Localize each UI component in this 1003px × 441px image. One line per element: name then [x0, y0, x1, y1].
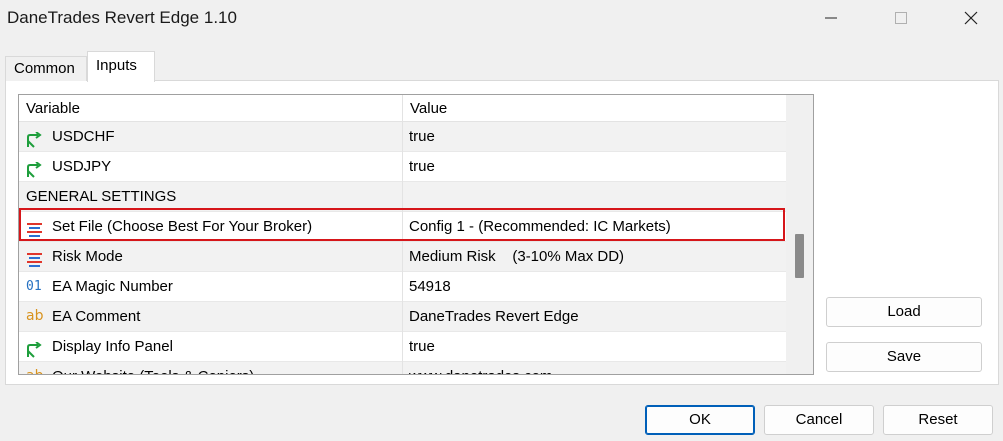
variable-cell: 01 EA Magic Number — [19, 272, 403, 302]
variable-name: Display Info Panel — [52, 338, 173, 355]
variable-name: Risk Mode — [52, 248, 123, 265]
variable-cell: USDJPY — [19, 152, 403, 182]
value-cell[interactable]: Config 1 - (Recommended: IC Markets) — [403, 212, 786, 242]
maximize-icon — [895, 12, 907, 24]
inputs-grid[interactable]: Variable Value USDCHF true USDJPY true GENER… — [18, 94, 814, 375]
ok-button[interactable]: OK — [645, 405, 755, 435]
variable-cell: Risk Mode — [19, 242, 403, 272]
load-button[interactable]: Load — [826, 297, 982, 327]
variable-cell: USDCHF — [19, 122, 403, 152]
table-row[interactable]: USDJPY true — [19, 152, 786, 182]
variable-name: EA Magic Number — [52, 278, 173, 295]
close-icon — [964, 11, 978, 25]
variable-name: GENERAL SETTINGS — [26, 188, 177, 205]
variable-name: USDCHF — [52, 128, 115, 145]
vertical-scrollbar[interactable] — [786, 95, 813, 374]
value-cell[interactable]: true — [403, 332, 786, 362]
cancel-button[interactable]: Cancel — [764, 405, 874, 435]
value-cell[interactable]: 54918 — [403, 272, 786, 302]
scrollbar-thumb[interactable] — [795, 234, 804, 278]
table-row[interactable]: USDCHF true — [19, 122, 786, 152]
variable-cell: ab Our Website (Tools & Copiers) — [19, 362, 403, 374]
table-row[interactable]: 01 EA Magic Number 54918 — [19, 272, 786, 302]
table-row[interactable]: Risk Mode Medium Risk (3-10% Max DD) — [19, 242, 786, 272]
value-cell[interactable]: true — [403, 152, 786, 182]
value-cell[interactable]: true — [403, 122, 786, 152]
table-row[interactable]: ab Our Website (Tools & Copiers) www.danet… — [19, 362, 786, 374]
close-button[interactable] — [948, 0, 994, 36]
bool-arrow-icon — [26, 339, 44, 358]
column-header-value[interactable]: Value — [403, 95, 786, 122]
variable-cell: GENERAL SETTINGS — [19, 182, 403, 212]
value-cell[interactable]: www.danetrades.com — [403, 362, 786, 374]
table-row[interactable]: Display Info Panel true — [19, 332, 786, 362]
table-row[interactable]: Set File (Choose Best For Your Broker) Co… — [19, 212, 786, 242]
value-cell[interactable]: Medium Risk (3-10% Max DD) — [403, 242, 786, 272]
bool-arrow-icon — [26, 159, 44, 178]
tab-common[interactable]: Common — [5, 56, 87, 81]
variable-name: Our Website (Tools & Copiers) — [52, 368, 254, 374]
reset-button[interactable]: Reset — [883, 405, 993, 435]
variable-name: USDJPY — [52, 158, 112, 175]
variable-cell: Set File (Choose Best For Your Broker) — [19, 212, 403, 242]
value-cell[interactable] — [403, 182, 786, 212]
grid-header: Variable Value — [19, 95, 786, 122]
variable-cell: ab EA Comment — [19, 302, 403, 332]
enum-list-icon — [26, 249, 44, 267]
window-title: DaneTrades Revert Edge 1.10 — [7, 8, 237, 27]
title-bar: DaneTrades Revert Edge 1.10 — [0, 0, 1003, 38]
variable-name: Set File (Choose Best For Your Broker) — [52, 218, 313, 235]
table-row[interactable]: ab EA Comment DaneTrades Revert Edge — [19, 302, 786, 332]
maximize-button[interactable] — [878, 0, 924, 36]
string-icon: ab — [26, 369, 44, 374]
column-header-variable[interactable]: Variable — [19, 95, 403, 122]
integer-icon: 01 — [26, 279, 42, 294]
save-button[interactable]: Save — [826, 342, 982, 372]
string-icon: ab — [26, 308, 44, 324]
value-cell[interactable]: DaneTrades Revert Edge — [403, 302, 786, 332]
minimize-icon — [825, 17, 837, 19]
enum-list-icon — [26, 219, 44, 237]
minimize-button[interactable] — [808, 0, 854, 36]
table-row[interactable]: GENERAL SETTINGS — [19, 182, 786, 212]
tab-inputs[interactable]: Inputs — [87, 51, 155, 82]
grid-rows: USDCHF true USDJPY true GENERAL SETTINGS Set … — [19, 122, 786, 374]
variable-name: EA Comment — [52, 308, 141, 325]
bool-arrow-icon — [26, 129, 44, 148]
variable-cell: Display Info Panel — [19, 332, 403, 362]
